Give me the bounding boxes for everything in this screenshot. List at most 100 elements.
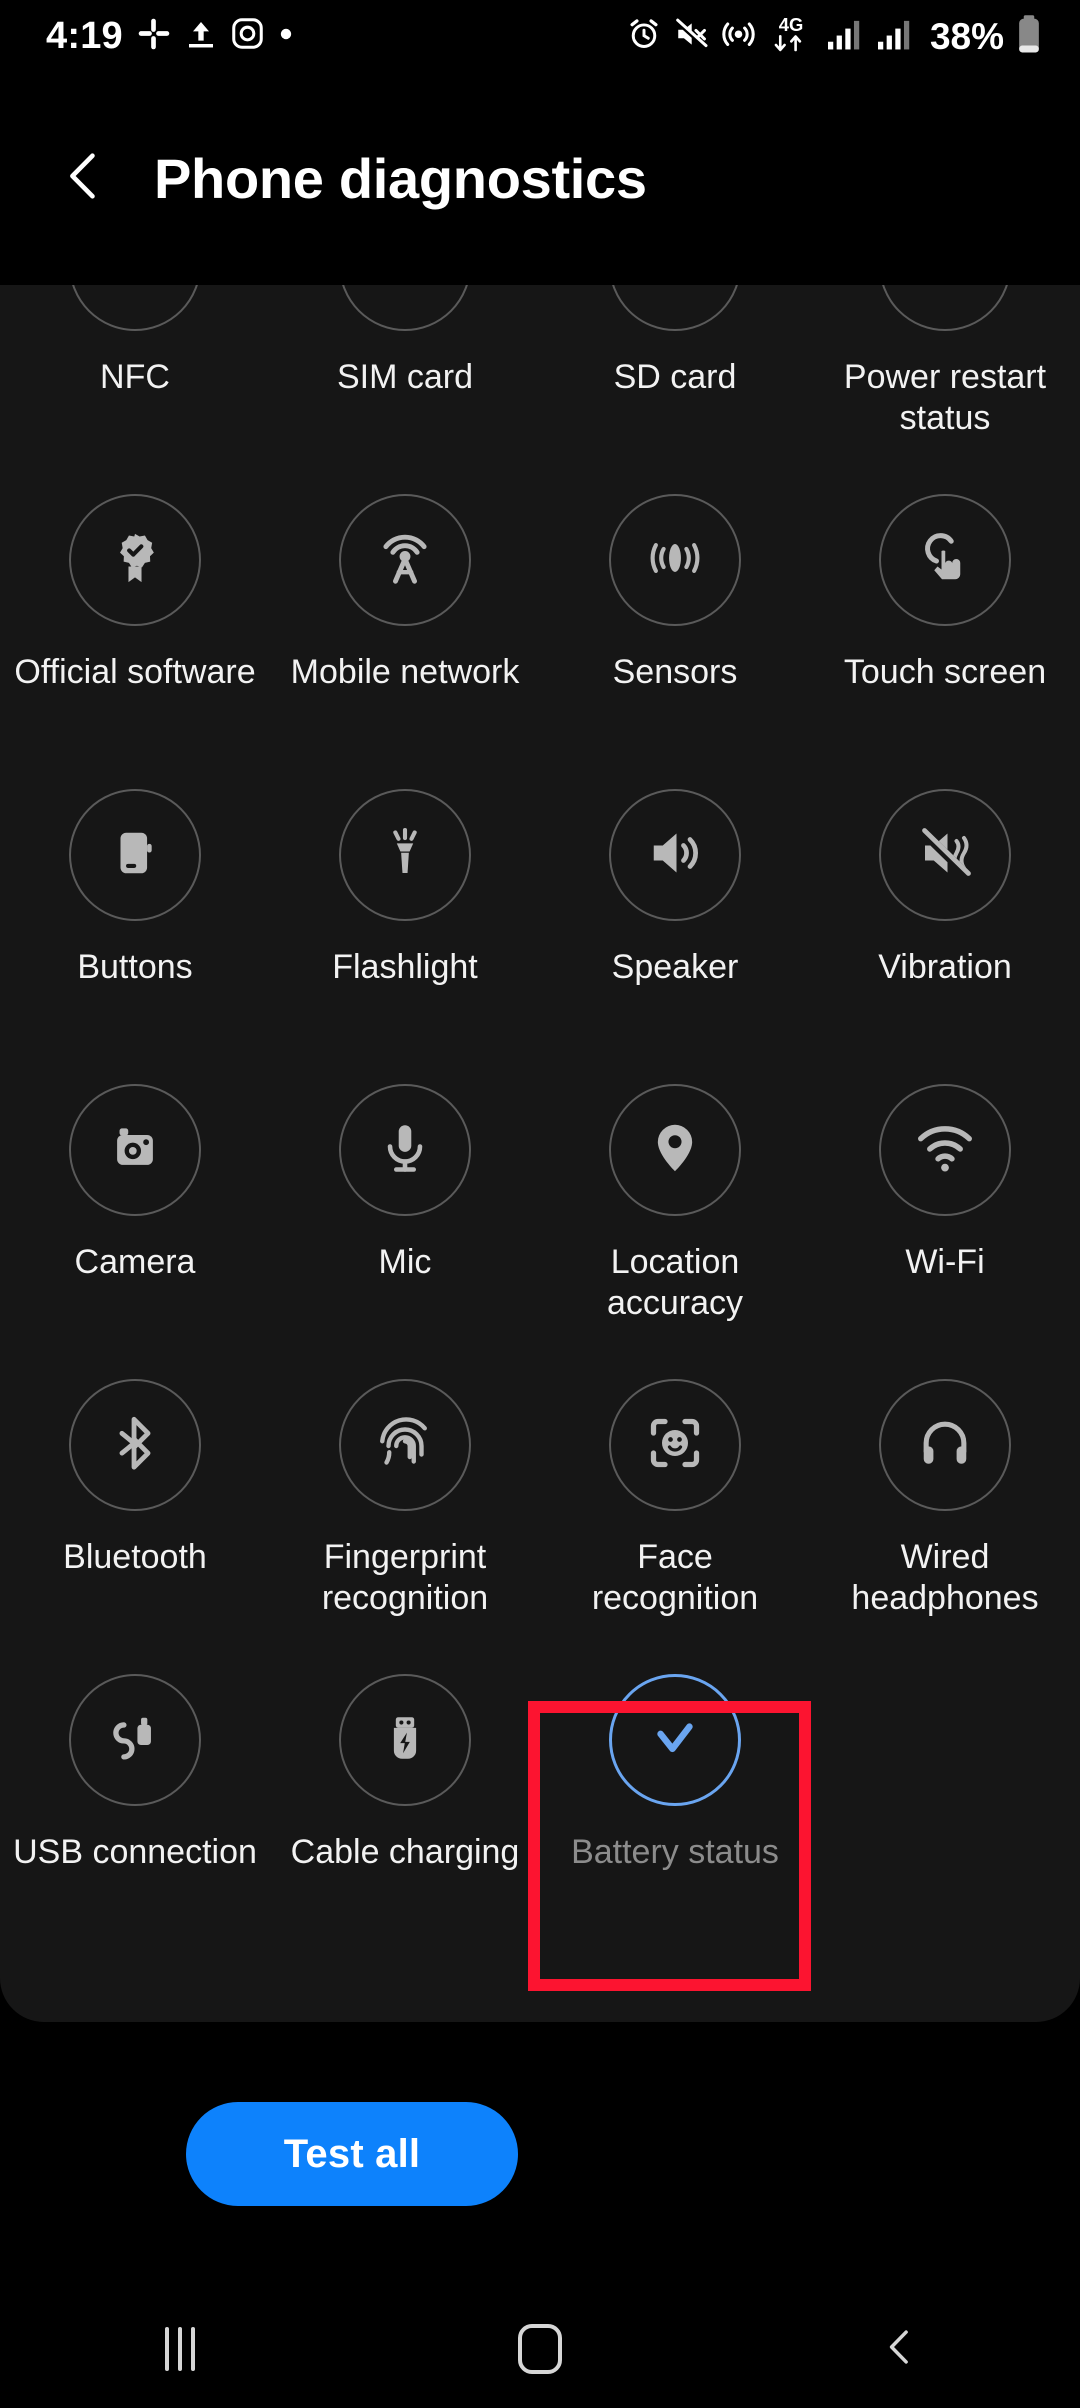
nav-back-button[interactable]	[720, 2290, 1080, 2408]
icon-circle	[609, 1379, 741, 1511]
diagnostic-label: Official software	[14, 653, 256, 691]
sd-card-icon	[646, 285, 704, 297]
speaker-icon	[645, 823, 705, 888]
diagnostic-item-flashlight[interactable]: Flashlight	[270, 767, 540, 1062]
diagnostic-item-power-restart-status[interactable]: Power restart status	[810, 285, 1080, 472]
page-title: Phone diagnostics	[154, 146, 647, 210]
alarm-icon	[627, 17, 661, 56]
antenna-icon	[374, 527, 436, 594]
diagnostic-label: Power restart status	[843, 358, 1047, 437]
icon-circle	[339, 285, 471, 331]
instagram-icon	[231, 17, 264, 55]
status-bar-right: 4G 38%	[627, 13, 1042, 59]
icon-circle	[339, 1084, 471, 1216]
chevron-left-icon	[55, 147, 113, 210]
icon-circle	[879, 1379, 1011, 1511]
icon-circle	[879, 1084, 1011, 1216]
verified-badge-icon	[106, 529, 164, 592]
upload-icon	[185, 17, 217, 56]
icon-circle	[69, 494, 201, 626]
location-pin-icon	[646, 1119, 704, 1182]
icon-circle-completed	[609, 1674, 741, 1806]
icon-circle	[69, 1674, 201, 1806]
home-icon	[518, 2324, 562, 2374]
diagnostic-label: Fingerprint recognition	[321, 1538, 489, 1617]
diagnostic-item-usb-connection[interactable]: USB connection	[0, 1652, 270, 1947]
4g-data-icon: 4G	[768, 13, 814, 59]
icon-circle	[879, 789, 1011, 921]
diagnostic-item-mobile-network[interactable]: Mobile network	[270, 472, 540, 767]
diagnostic-label: Wired headphones	[851, 1538, 1039, 1617]
diagnostic-label: Cable charging	[290, 1833, 520, 1871]
headphones-icon	[916, 1414, 974, 1477]
wifi-icon	[914, 1117, 976, 1184]
recents-icon	[165, 2327, 195, 2371]
usb-cable-icon	[106, 1709, 164, 1772]
diagnostic-item-touch-screen[interactable]: Touch screen	[810, 472, 1080, 767]
diagnostic-item-empty	[810, 1652, 1080, 1947]
vibration-mute-icon	[915, 823, 975, 888]
diagnostic-label: Camera	[74, 1243, 196, 1281]
diagnostic-item-buttons[interactable]: Buttons	[0, 767, 270, 1062]
sensors-icon	[644, 527, 706, 594]
diagnostics-grid: NFC SIM card SD card Power restart statu…	[0, 285, 1080, 1947]
diagnostic-item-mic[interactable]: Mic	[270, 1062, 540, 1357]
fingerprint-icon	[375, 1413, 435, 1478]
diagnostic-label: SD card	[613, 358, 737, 396]
flashlight-icon	[376, 824, 434, 887]
diagnostic-label: Flashlight	[332, 948, 478, 986]
diagnostic-item-wired-headphones[interactable]: Wired headphones	[810, 1357, 1080, 1652]
status-bar: 4:19 4G 38%	[0, 0, 1080, 72]
icon-circle	[339, 1379, 471, 1511]
sim-card-icon	[376, 285, 434, 297]
diagnostic-item-speaker[interactable]: Speaker	[540, 767, 810, 1062]
diagnostic-label: USB connection	[13, 1833, 257, 1871]
icon-circle	[339, 494, 471, 626]
diagnostic-label: NFC	[100, 358, 170, 396]
diagnostic-item-fingerprint-recognition[interactable]: Fingerprint recognition	[270, 1357, 540, 1652]
system-nav-bar	[0, 2290, 1080, 2408]
diagnostic-item-face-recognition[interactable]: Face recognition	[540, 1357, 810, 1652]
icon-circle	[69, 789, 201, 921]
diagnostic-item-sd-card[interactable]: SD card	[540, 285, 810, 472]
phone-buttons-icon	[106, 824, 164, 887]
nav-home-button[interactable]	[360, 2290, 720, 2408]
nav-back-icon	[877, 2324, 923, 2375]
nfc-icon	[104, 285, 166, 299]
diagnostic-item-official-software[interactable]: Official software	[0, 472, 270, 767]
diagnostic-item-wi-fi[interactable]: Wi-Fi	[810, 1062, 1080, 1357]
diagnostic-item-bluetooth[interactable]: Bluetooth	[0, 1357, 270, 1652]
icon-circle	[609, 1084, 741, 1216]
face-recognition-icon	[645, 1413, 705, 1478]
icon-circle	[339, 789, 471, 921]
diagnostic-label: Bluetooth	[63, 1538, 207, 1576]
icon-circle	[879, 494, 1011, 626]
back-button[interactable]	[36, 130, 132, 226]
icon-circle	[69, 1379, 201, 1511]
diagnostic-item-camera[interactable]: Camera	[0, 1062, 270, 1357]
icon-circle	[879, 285, 1011, 331]
nav-recents-button[interactable]	[0, 2290, 360, 2408]
status-bar-clock: 4:19	[46, 15, 123, 57]
diagnostic-item-nfc[interactable]: NFC	[0, 285, 270, 472]
diagnostic-label: Speaker	[611, 948, 739, 986]
diagnostic-item-sim-card[interactable]: SIM card	[270, 285, 540, 472]
hotspot-icon	[721, 16, 756, 56]
diagnostic-label: Buttons	[77, 948, 193, 986]
diagnostic-item-vibration[interactable]: Vibration	[810, 767, 1080, 1062]
check-icon	[644, 1707, 706, 1774]
diagnostic-item-cable-charging[interactable]: Cable charging	[270, 1652, 540, 1947]
icon-circle	[609, 789, 741, 921]
status-bar-left: 4:19	[46, 17, 294, 56]
icon-circle	[69, 285, 201, 331]
diagnostic-item-battery-status[interactable]: Battery status	[540, 1652, 810, 1947]
battery-icon	[1016, 14, 1042, 59]
app-header: Phone diagnostics	[0, 72, 1080, 284]
diagnostic-item-sensors[interactable]: Sensors	[540, 472, 810, 767]
diagnostic-label: Battery status	[571, 1833, 779, 1871]
test-all-button[interactable]: Test all	[186, 2102, 518, 2206]
icon-circle	[339, 1674, 471, 1806]
microphone-icon	[376, 1119, 434, 1182]
signal-bars-icon	[826, 17, 864, 56]
diagnostic-item-location-accuracy[interactable]: Location accuracy	[540, 1062, 810, 1357]
